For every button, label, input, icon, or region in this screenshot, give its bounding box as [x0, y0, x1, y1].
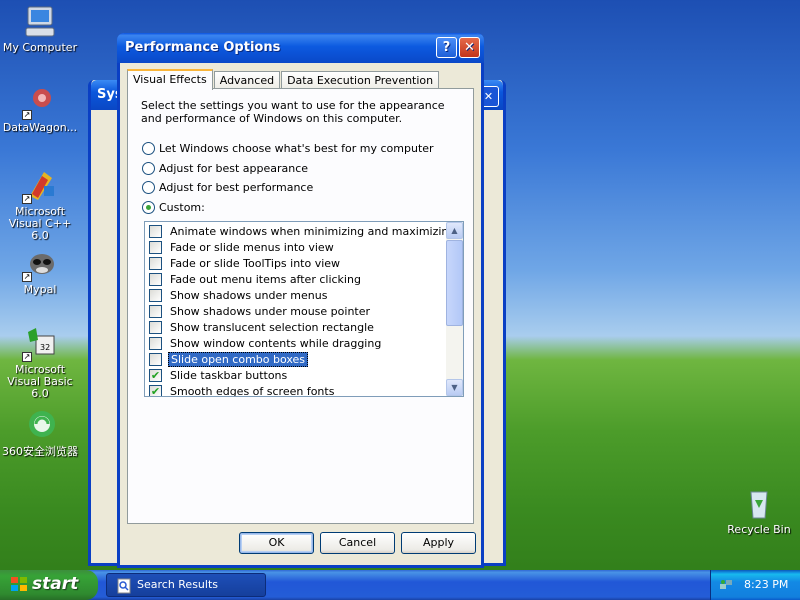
- radio-label: Let Windows choose what's best for my co…: [159, 141, 434, 155]
- visual-basic-icon: 32 ↗: [22, 326, 58, 362]
- checkbox[interactable]: [149, 304, 162, 318]
- list-item-label: Animate windows when minimizing and maxi…: [170, 224, 456, 238]
- checkbox[interactable]: [149, 336, 162, 350]
- apply-button[interactable]: Apply: [401, 532, 476, 554]
- list-scrollbar[interactable]: ▲ ▼: [446, 222, 463, 396]
- taskbar-button-search-results[interactable]: Search Results: [106, 573, 266, 597]
- system-tray: 8:23 PM: [710, 570, 800, 600]
- cancel-button[interactable]: Cancel: [320, 532, 395, 554]
- list-item-label: Show translucent selection rectangle: [170, 320, 374, 334]
- desktop-icon-label: Recycle Bin: [727, 523, 791, 536]
- start-label: start: [32, 574, 79, 594]
- scroll-down-button[interactable]: ▼: [446, 379, 463, 396]
- checkbox[interactable]: [149, 320, 162, 334]
- dialog-title: Performance Options: [125, 40, 281, 55]
- dialog-titlebar: Performance Options ? ✕: [117, 33, 484, 63]
- list-item[interactable]: Show shadows under mouse pointer: [149, 303, 372, 319]
- radio-label: Adjust for best performance: [159, 180, 314, 194]
- svg-text:32: 32: [40, 343, 50, 352]
- list-item-label: Fade or slide ToolTips into view: [170, 256, 341, 270]
- help-button[interactable]: ?: [436, 37, 457, 58]
- radio-best-appearance[interactable]: Adjust for best appearance: [142, 161, 308, 175]
- desktop-icon-datawagon[interactable]: ↗ DataWagon...: [0, 84, 80, 134]
- list-item[interactable]: Show translucent selection rectangle: [149, 319, 376, 335]
- close-button[interactable]: ✕: [459, 37, 480, 58]
- shortcut-arrow-icon: ↗: [22, 194, 32, 204]
- recycle-bin-icon: [741, 486, 777, 522]
- taskbar: start Search Results 8:23 PM: [0, 570, 800, 600]
- radio-button-icon[interactable]: [142, 200, 155, 214]
- mypal-icon: ↗: [22, 246, 58, 282]
- ok-button[interactable]: OK: [239, 532, 314, 554]
- performance-options-dialog: Performance Options ? ✕ Visual Effects A…: [117, 33, 484, 568]
- my-computer-icon: [22, 4, 58, 40]
- checkbox[interactable]: [149, 240, 162, 254]
- checkbox[interactable]: [149, 288, 162, 302]
- desktop-icon-my-computer[interactable]: My Computer: [0, 4, 80, 54]
- visual-effects-list[interactable]: Animate windows when minimizing and maxi…: [144, 221, 464, 397]
- list-item[interactable]: Show window contents while dragging: [149, 335, 383, 351]
- visual-cpp-icon: ↗: [22, 168, 58, 204]
- shortcut-arrow-icon: ↗: [22, 352, 32, 362]
- shortcut-arrow-icon: ↗: [22, 110, 32, 120]
- desktop-icon-label: My Computer: [2, 41, 78, 54]
- desktop-icon-visual-basic[interactable]: 32 ↗ Microsoft Visual Basic 6.0: [0, 326, 80, 400]
- desktop-icon-label: Mypal: [23, 283, 57, 296]
- intro-text: Select the settings you want to use for …: [141, 99, 445, 125]
- radio-label: Adjust for best appearance: [159, 161, 309, 175]
- checkbox[interactable]: [149, 352, 162, 366]
- list-item-label: Fade or slide menus into view: [170, 240, 334, 254]
- radio-custom[interactable]: Custom:: [142, 200, 205, 214]
- windows-flag-icon: [10, 576, 28, 592]
- list-item[interactable]: ✔ Smooth edges of screen fonts: [149, 383, 336, 397]
- desktop-icon-label: 360安全浏览器: [2, 445, 78, 458]
- visual-effects-panel: Select the settings you want to use for …: [127, 88, 474, 524]
- desktop-icon-label: Microsoft Visual Basic 6.0: [7, 363, 73, 400]
- desktop-icon-visual-cpp[interactable]: ↗ Microsoft Visual C++ 6.0: [0, 168, 80, 242]
- scroll-thumb[interactable]: [446, 240, 463, 326]
- 360-browser-icon: [22, 408, 58, 444]
- list-item-label: Smooth edges of screen fonts: [170, 384, 335, 397]
- scroll-up-button[interactable]: ▲: [446, 222, 463, 239]
- checkbox[interactable]: [149, 224, 162, 238]
- list-item[interactable]: Fade out menu items after clicking: [149, 271, 363, 287]
- radio-best-performance[interactable]: Adjust for best performance: [142, 180, 313, 194]
- desktop-icon-mypal[interactable]: ↗ Mypal: [0, 246, 80, 296]
- start-button[interactable]: start: [0, 570, 98, 600]
- taskbar-button-label: Search Results: [137, 578, 219, 591]
- list-item[interactable]: ✔ Slide taskbar buttons: [149, 367, 289, 383]
- checkbox[interactable]: [149, 256, 162, 270]
- desktop-icon-360-browser[interactable]: 360安全浏览器: [0, 408, 80, 458]
- list-item-label: Show shadows under menus: [170, 288, 328, 302]
- radio-button-icon[interactable]: [142, 180, 155, 194]
- tab-visual-effects[interactable]: Visual Effects: [127, 69, 213, 90]
- checkbox-checked[interactable]: ✔: [149, 384, 162, 396]
- radio-label: Custom:: [159, 200, 205, 214]
- list-item-label: Show window contents while dragging: [170, 336, 382, 350]
- clock[interactable]: 8:23 PM: [744, 578, 788, 591]
- list-item-label: Slide open combo boxes: [168, 351, 309, 367]
- list-item[interactable]: Fade or slide menus into view: [149, 239, 336, 255]
- search-results-icon: [117, 578, 131, 597]
- list-item[interactable]: Fade or slide ToolTips into view: [149, 255, 342, 271]
- radio-button-icon[interactable]: [142, 161, 155, 175]
- list-item[interactable]: Animate windows when minimizing and maxi…: [149, 223, 457, 239]
- list-item-label: Slide taskbar buttons: [170, 368, 288, 382]
- radio-let-windows-choose[interactable]: Let Windows choose what's best for my co…: [142, 141, 434, 155]
- tab-strip: Visual Effects Advanced Data Execution P…: [127, 69, 440, 90]
- network-icon[interactable]: [719, 578, 733, 595]
- radio-button-icon[interactable]: [142, 141, 155, 155]
- list-item-label: Fade out menu items after clicking: [170, 272, 361, 286]
- list-item[interactable]: Show shadows under menus: [149, 287, 329, 303]
- desktop-icon-label: Microsoft Visual C++ 6.0: [8, 205, 72, 242]
- desktop-icon-label: DataWagon...: [2, 121, 78, 134]
- list-item-selected[interactable]: Slide open combo boxes: [149, 351, 309, 367]
- shortcut-arrow-icon: ↗: [22, 272, 32, 282]
- checkbox[interactable]: [149, 272, 162, 286]
- datawagon-icon: ↗: [22, 84, 58, 120]
- checkbox-checked[interactable]: ✔: [149, 368, 162, 382]
- list-item-label: Show shadows under mouse pointer: [170, 304, 371, 318]
- desktop-icon-recycle-bin[interactable]: Recycle Bin: [719, 486, 799, 536]
